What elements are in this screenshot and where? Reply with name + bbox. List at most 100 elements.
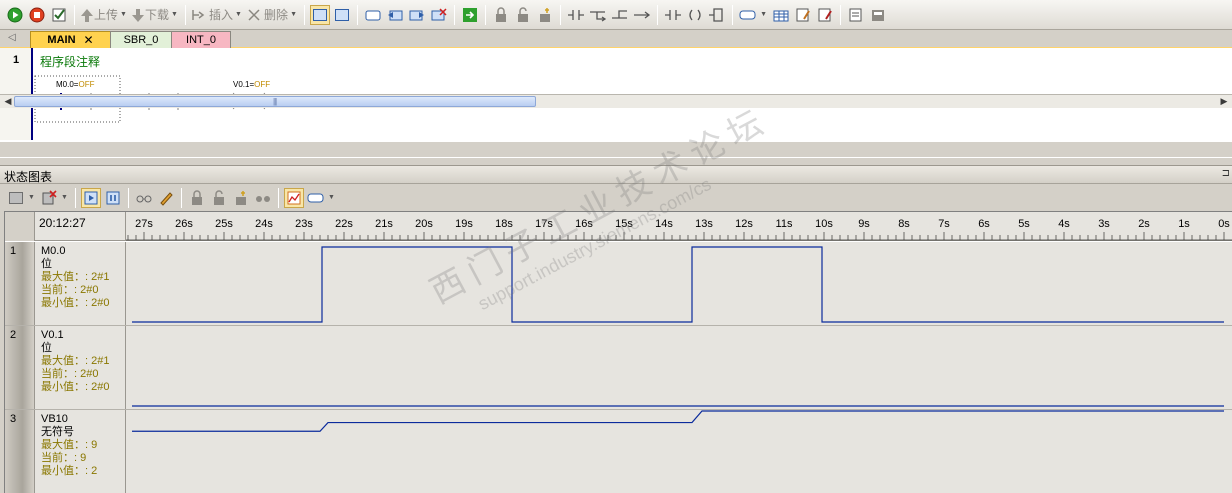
scrollbar-thumb[interactable]: ||| [14, 96, 536, 107]
toolbar-separator [185, 4, 187, 25]
symbol-icon[interactable] [738, 5, 758, 25]
comment-icon[interactable] [793, 5, 813, 25]
chevron-down-icon[interactable]: ▼ [290, 11, 298, 18]
x-tick-label: 21s [375, 218, 393, 230]
x-tick-label: 17s [535, 218, 553, 230]
x-tick-label: 5s [1018, 218, 1030, 230]
remove-bookmarks-icon[interactable] [429, 5, 449, 25]
download-arrow-icon [132, 8, 145, 22]
stop-icon[interactable] [27, 5, 47, 25]
trend-pause-icon[interactable] [103, 188, 123, 208]
glasses-icon[interactable] [134, 188, 154, 208]
pane-splitter[interactable] [0, 157, 1232, 166]
toolbar-separator [74, 4, 75, 25]
read-forced-icon[interactable] [253, 188, 273, 208]
current-value-label: 当前：: 2#0 [41, 368, 99, 380]
delete-row-icon[interactable] [39, 188, 59, 208]
x-tick-label: 14s [655, 218, 673, 230]
x-tick-label: 2s [1138, 218, 1150, 230]
min-value-label: 最小值：: 2#0 [41, 381, 110, 393]
trend-plot-vb10 [132, 410, 1224, 432]
delete-button[interactable]: 删除 ▼ [246, 6, 301, 23]
trend-start-icon[interactable] [81, 187, 101, 208]
tab-int-0[interactable]: INT_0 [171, 31, 231, 48]
max-value-label: 最大值：: 2#1 [41, 271, 110, 283]
row-number-cell: 3 [5, 410, 35, 493]
contact-icon[interactable] [663, 5, 683, 25]
chevron-down-icon[interactable]: ▼ [120, 11, 128, 18]
x-tick-label: 3s [1098, 218, 1110, 230]
properties-icon[interactable] [846, 5, 866, 25]
arrow-right-icon[interactable] [632, 5, 652, 25]
x-tick-label: 25s [215, 218, 233, 230]
x-tick-label: 22s [335, 218, 353, 230]
trend-row[interactable]: 3 VB10 无符号 最大值：: 9 当前：: 9 最小值：: 2 [5, 410, 1232, 493]
chevron-down-icon[interactable]: ▼ [61, 194, 69, 201]
force-icon[interactable] [535, 5, 555, 25]
address-label: M0.0 [41, 245, 66, 257]
editor-horizontal-scrollbar[interactable]: ◀ ||| ▶ [0, 94, 1232, 108]
trend-row[interactable]: 2 V0.1 位 最大值：: 2#1 当前：: 2#0 最小值：: 2#0 [5, 326, 1232, 410]
x-tick-label: 1s [1178, 218, 1190, 230]
coil-icon[interactable] [685, 5, 705, 25]
chart-status-icon[interactable] [332, 5, 352, 25]
toolbar-separator [304, 4, 306, 25]
unforce-icon[interactable] [209, 188, 229, 208]
symbol-table-icon[interactable] [771, 5, 791, 25]
status-trend-chart[interactable]: 20:12:27 27s 26s 25s 24s 23s 22s 21s 20s 19s 18s 1… [4, 211, 1232, 493]
pin-icon[interactable]: ⊐ [1222, 168, 1230, 179]
timestamp: 20:12:27 [39, 216, 86, 230]
trend-plot-m0-0 [132, 246, 1224, 323]
unforce-all-icon[interactable] [231, 188, 251, 208]
symbol-view-icon[interactable] [306, 188, 326, 208]
insert-button[interactable]: 插入 ▼ [191, 6, 246, 23]
box-icon[interactable] [707, 5, 727, 25]
delete-icon [248, 8, 260, 21]
close-icon[interactable]: ✕ [84, 33, 94, 47]
chevron-down-icon[interactable]: ▼ [235, 11, 243, 18]
pencil-icon[interactable] [156, 188, 176, 208]
x-tick-label: 12s [735, 218, 753, 230]
prev-bookmark-icon[interactable] [385, 5, 405, 25]
tab-int-0-label: INT_0 [186, 34, 216, 46]
toolbar-separator [560, 4, 562, 25]
tab-sbr-0-label: SBR_0 [123, 34, 159, 46]
goto-icon[interactable] [460, 5, 480, 25]
branch-up-icon[interactable] [610, 5, 630, 25]
lock-icon[interactable] [491, 5, 511, 25]
network-comment-icon[interactable] [815, 5, 835, 25]
format-label: 无符号 [41, 426, 74, 438]
trend-view-icon[interactable] [284, 187, 304, 208]
trend-row[interactable]: 1 M0.0 位 最大值：: 2#1 当前：: 2#0 最小值：: 2#0 [5, 242, 1232, 326]
chevron-down-icon[interactable]: ▼ [328, 194, 336, 201]
next-bookmark-icon[interactable] [407, 5, 427, 25]
unlock-icon[interactable] [513, 5, 533, 25]
contact-no-icon[interactable] [566, 5, 586, 25]
chevron-down-icon[interactable]: ▼ [760, 11, 768, 18]
force-lock-icon[interactable] [187, 188, 207, 208]
chevron-down-icon[interactable]: ▼ [171, 11, 179, 18]
chevron-down-icon[interactable]: ▼ [28, 194, 36, 201]
tab-sbr-0[interactable]: SBR_0 [110, 31, 172, 48]
compile-icon[interactable] [49, 5, 69, 25]
x-tick-label: 23s [295, 218, 313, 230]
toolbar-separator [732, 4, 734, 25]
scroll-left-icon[interactable]: ◀ [2, 96, 14, 107]
add-icon[interactable] [6, 188, 26, 208]
tab-main[interactable]: MAIN ✕ [30, 31, 111, 48]
current-value-label: 当前：: 9 [41, 452, 87, 464]
pou-icon[interactable] [868, 5, 888, 25]
download-button[interactable]: 下载 ▼ [131, 6, 182, 23]
insert-label: 插入 [209, 8, 234, 22]
scroll-right-icon[interactable]: ▶ [1218, 96, 1230, 107]
upload-button[interactable]: 上传 ▼ [80, 6, 131, 23]
toolbar-separator [454, 4, 456, 25]
x-tick-label: 15s [615, 218, 633, 230]
branch-down-icon[interactable] [588, 5, 608, 25]
tab-scroll-left-icon[interactable]: ◁ [8, 32, 16, 43]
toolbar-separator [75, 187, 76, 208]
run-icon[interactable] [5, 5, 25, 25]
program-status-icon[interactable] [310, 4, 331, 25]
row-number: 2 [10, 329, 17, 341]
bookmark-icon[interactable] [363, 5, 383, 25]
